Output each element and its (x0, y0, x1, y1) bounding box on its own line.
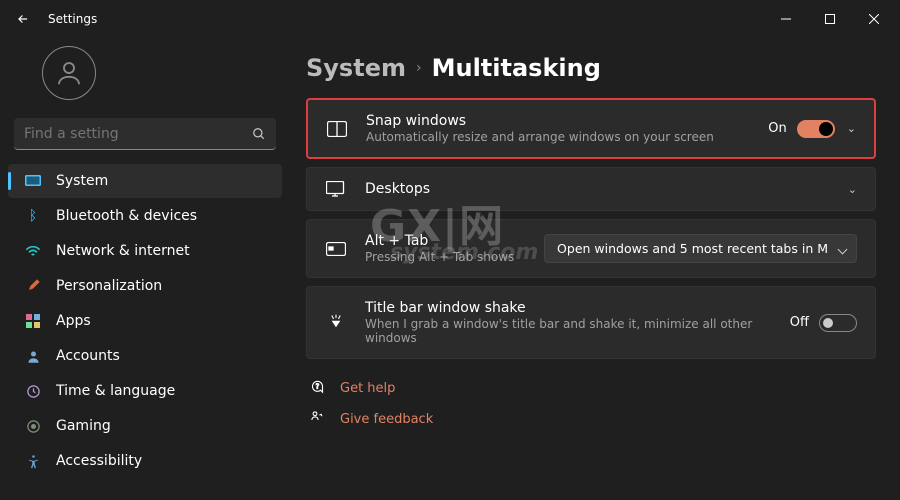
sidebar: System ᛒ Bluetooth & devices Network & i… (0, 38, 290, 500)
sidebar-item-apps[interactable]: Apps (8, 304, 282, 338)
brush-icon (24, 277, 42, 295)
card-text: Snap windows Automatically resize and ar… (366, 113, 768, 144)
card-title: Title bar window shake (365, 300, 790, 316)
sidebar-item-label: Time & language (56, 383, 175, 399)
display-icon (24, 172, 42, 190)
shake-toggle[interactable] (819, 314, 857, 332)
minimize-button[interactable] (764, 0, 808, 38)
desktops-card[interactable]: Desktops ⌄ (306, 167, 876, 211)
sidebar-item-label: Gaming (56, 418, 111, 434)
sidebar-item-label: Accessibility (56, 453, 142, 469)
chevron-down-icon[interactable]: ⌄ (847, 122, 856, 135)
sidebar-item-label: System (56, 173, 108, 189)
window-title: Settings (48, 12, 97, 26)
card-title: Alt + Tab (365, 233, 544, 249)
sidebar-item-label: Personalization (56, 278, 162, 294)
search-input[interactable] (14, 118, 276, 150)
sidebar-item-gaming[interactable]: Gaming (8, 409, 282, 443)
back-button[interactable] (4, 0, 42, 38)
dropdown-value: Open windows and 5 most recent tabs in M (557, 241, 828, 256)
desktops-icon (325, 181, 347, 197)
shake-icon (325, 313, 347, 333)
maximize-icon (825, 14, 835, 24)
toggle-state-label: On (768, 121, 786, 136)
sidebar-item-bluetooth[interactable]: ᛒ Bluetooth & devices (8, 199, 282, 233)
window-controls (764, 0, 896, 38)
card-sub: Automatically resize and arrange windows… (366, 130, 768, 144)
alt-tab-card: Alt + Tab Pressing Alt + Tab shows Open … (306, 219, 876, 278)
svg-text:?: ? (316, 382, 320, 390)
breadcrumb-parent[interactable]: System (306, 54, 406, 82)
card-title: Snap windows (366, 113, 768, 129)
sidebar-item-personalization[interactable]: Personalization (8, 269, 282, 303)
accounts-icon (24, 347, 42, 365)
card-title: Desktops (365, 181, 836, 197)
snap-toggle[interactable] (797, 120, 835, 138)
breadcrumb: System › Multitasking (306, 54, 876, 82)
minimize-icon (781, 14, 791, 24)
sidebar-item-label: Bluetooth & devices (56, 208, 197, 224)
alt-tab-dropdown[interactable]: Open windows and 5 most recent tabs in M (544, 234, 857, 263)
person-icon (54, 58, 84, 88)
wifi-icon (24, 242, 42, 260)
toggle-state-label: Off (790, 315, 809, 330)
snap-windows-card[interactable]: Snap windows Automatically resize and ar… (306, 98, 876, 159)
sidebar-item-accounts[interactable]: Accounts (8, 339, 282, 373)
arrow-left-icon (16, 12, 30, 26)
get-help-link[interactable]: ? Get help (306, 373, 876, 404)
help-label: Get help (340, 381, 395, 396)
maximize-button[interactable] (808, 0, 852, 38)
gaming-icon (24, 417, 42, 435)
main-panel: System › Multitasking Snap windows Autom… (290, 38, 900, 500)
sidebar-item-network[interactable]: Network & internet (8, 234, 282, 268)
bluetooth-icon: ᛒ (24, 207, 42, 225)
help-links: ? Get help Give feedback (306, 373, 876, 435)
close-icon (869, 14, 879, 24)
sidebar-item-label: Apps (56, 313, 91, 329)
give-feedback-link[interactable]: Give feedback (306, 404, 876, 435)
apps-icon (24, 312, 42, 330)
card-sub: Pressing Alt + Tab shows (365, 250, 544, 264)
page-title: Multitasking (432, 54, 601, 82)
help-icon: ? (310, 379, 328, 398)
nav-list: System ᛒ Bluetooth & devices Network & i… (8, 164, 282, 478)
feedback-icon (310, 410, 328, 429)
avatar[interactable] (42, 46, 96, 100)
search-icon (252, 126, 266, 145)
accessibility-icon (24, 452, 42, 470)
title-bar-shake-card: Title bar window shake When I grab a win… (306, 286, 876, 359)
titlebar: Settings (0, 0, 900, 38)
search-field (14, 118, 276, 150)
sidebar-item-label: Accounts (56, 348, 120, 364)
chevron-down-icon[interactable]: ⌄ (848, 183, 857, 196)
sidebar-item-label: Network & internet (56, 243, 190, 259)
feedback-label: Give feedback (340, 412, 433, 427)
clock-icon (24, 382, 42, 400)
close-button[interactable] (852, 0, 896, 38)
sidebar-item-accessibility[interactable]: Accessibility (8, 444, 282, 478)
sidebar-item-time[interactable]: Time & language (8, 374, 282, 408)
sidebar-item-system[interactable]: System (8, 164, 282, 198)
alt-tab-icon (325, 242, 347, 256)
card-sub: When I grab a window's title bar and sha… (365, 317, 790, 345)
chevron-right-icon: › (416, 60, 422, 76)
snap-icon (326, 121, 348, 137)
